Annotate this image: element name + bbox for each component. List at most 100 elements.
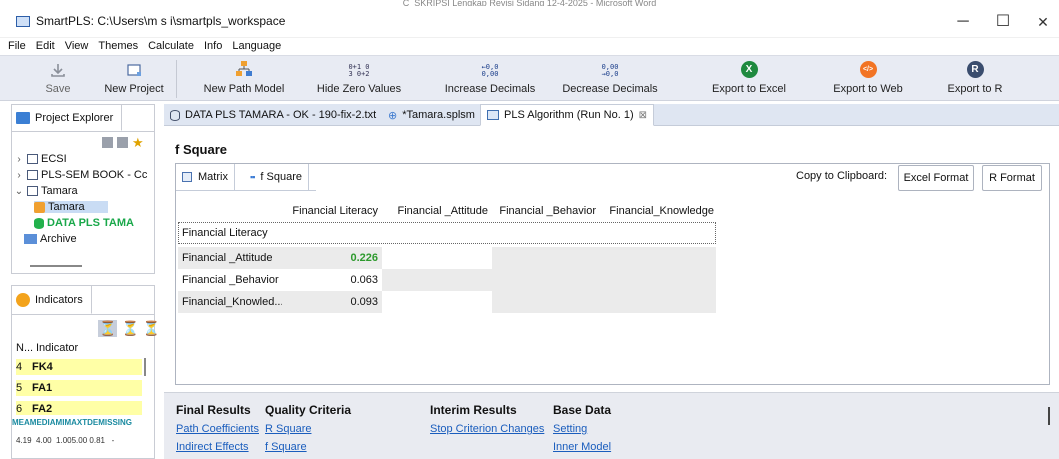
indicator-filters: ⏳ ⏳ ⏳	[98, 320, 160, 337]
minimize-button[interactable]: ─	[948, 10, 978, 34]
filter-icon[interactable]: ⏳	[121, 320, 138, 337]
tree-item-label: Archive	[40, 233, 77, 245]
tree-item-pls-sem-book[interactable]: › PLS-SEM BOOK - Cc	[14, 169, 156, 181]
tab-data-file[interactable]: DATA PLS TAMARA - OK - 190-fix-2.txt	[164, 104, 382, 126]
vertical-scrollbar[interactable]	[144, 358, 146, 376]
row-header: Financial _Attitude	[182, 252, 273, 264]
export-excel-button[interactable]: X Export to Excel	[704, 56, 794, 102]
new-project-button[interactable]: New Project	[94, 56, 174, 102]
menu-edit[interactable]: Edit	[31, 38, 60, 55]
indicators-panel: Indicators ⏳ ⏳ ⏳ N... Indicator 4 FK4 5 FA…	[11, 285, 160, 459]
indirect-effects-link[interactable]: Indirect Effects	[176, 441, 249, 453]
r-square-link[interactable]: R Square	[265, 423, 311, 435]
export-excel-label: Export to Excel	[712, 83, 786, 95]
matrix-icon	[182, 172, 192, 182]
new-path-model-button[interactable]: New Path Model	[196, 56, 292, 102]
tree-item-label: PLS-SEM BOOK - Cc	[41, 169, 148, 181]
menu-view[interactable]: View	[60, 38, 94, 55]
tree-item-data-file[interactable]: DATA PLS TAMA	[34, 217, 154, 229]
chevron-down-icon[interactable]: ⌄	[14, 186, 24, 197]
increase-decimals-button[interactable]: ←0,0 0,00 Increase Decimals	[440, 56, 540, 102]
tree-item-tamara-folder[interactable]: ⌄ Tamara	[14, 185, 78, 197]
row-header: Financial _Behavior	[182, 274, 279, 286]
tree-item-tamara-model[interactable]: Tamara	[34, 201, 108, 213]
path-model-icon	[34, 201, 45, 213]
menu-file[interactable]: File	[3, 38, 31, 55]
column-header[interactable]: Financial_Knowledge	[600, 200, 718, 222]
app-icon	[16, 16, 30, 27]
model-icon: ⊕	[388, 109, 398, 122]
new-project-icon	[127, 64, 141, 76]
decrease-decimals-button[interactable]: 0,00 →0,0 Decrease Decimals	[560, 56, 660, 102]
save-button[interactable]: Save	[38, 56, 78, 102]
export-web-button[interactable]: </> Export to Web	[826, 56, 910, 102]
f-square-link[interactable]: f Square	[265, 441, 307, 453]
inner-model-link[interactable]: Inner Model	[553, 441, 611, 453]
tree-item-label: DATA PLS TAMA	[47, 217, 134, 229]
tab-fsquare-chart[interactable]: ▪▪ f Square	[244, 164, 309, 190]
database-icon	[170, 109, 180, 121]
horizontal-scrollbar[interactable]	[30, 265, 82, 267]
close-button[interactable]: ✕	[1028, 10, 1058, 34]
column-header[interactable]: Financial _Behavior	[492, 200, 600, 222]
tab-label: f Square	[260, 171, 302, 183]
stop-criterion-link[interactable]: Stop Criterion Changes	[430, 423, 544, 435]
maximize-button[interactable]: ☐	[988, 10, 1018, 34]
r-icon: R	[966, 61, 984, 78]
copy-to-clipboard-label: Copy to Clipboard:	[796, 170, 888, 182]
indicator-row[interactable]: 5 FA1	[16, 380, 142, 396]
menu-calculate[interactable]: Calculate	[143, 38, 199, 55]
project-explorer-tab[interactable]: Project Explorer	[12, 105, 123, 131]
tab-label: *Tamara.splsm	[402, 109, 475, 121]
export-r-button[interactable]: R Export to R	[938, 56, 1012, 102]
close-tab-icon[interactable]: ⊠	[639, 110, 647, 121]
indicator-col-n: N...	[16, 342, 34, 354]
indicator-row[interactable]: 4 FK4	[16, 359, 142, 375]
hide-zero-label: Hide Zero Values	[316, 83, 402, 95]
menu-themes[interactable]: Themes	[93, 38, 143, 55]
explorer-actions: ★	[102, 136, 144, 149]
indicators-tab[interactable]: Indicators	[12, 286, 92, 314]
interim-results-heading: Interim Results	[430, 403, 517, 417]
minimize-view-icon[interactable]	[117, 137, 128, 148]
r-format-button[interactable]: R Format	[982, 165, 1042, 191]
column-header[interactable]: Financial Literacy	[282, 200, 382, 222]
filter-icon[interactable]: ⏳	[143, 320, 160, 337]
project-icon	[27, 186, 38, 196]
favorite-star-icon[interactable]: ★	[132, 136, 144, 149]
tab-model-file[interactable]: ⊕ *Tamara.splsm	[382, 104, 481, 126]
chevron-right-icon[interactable]: ›	[14, 154, 24, 165]
tab-pls-algorithm[interactable]: PLS Algorithm (Run No. 1) ⊠	[480, 104, 655, 126]
increase-decimals-label: Increase Decimals	[444, 83, 536, 95]
chevron-right-icon[interactable]: ›	[14, 170, 24, 181]
tree-item-ecsi[interactable]: › ECSI	[14, 153, 66, 165]
row-header: Financial_Knowled...	[182, 296, 282, 308]
background-window-title: C_SKRIPSI Lengkap Revisi Sidang 12-4-202…	[402, 0, 657, 6]
value-cell: 0.063	[350, 274, 378, 286]
vertical-scrollbar[interactable]	[1048, 407, 1050, 425]
excel-format-button[interactable]: Excel Format	[898, 165, 974, 191]
menu-bar: File Edit View Themes Calculate Info Lan…	[0, 38, 1059, 55]
indicator-name: FK4	[32, 361, 53, 373]
indicator-name: FA1	[32, 382, 53, 394]
project-explorer-tab-label: Project Explorer	[35, 111, 114, 124]
quality-criteria-heading: Quality Criteria	[265, 403, 352, 417]
collapse-all-icon[interactable]	[102, 137, 113, 148]
setting-link[interactable]: Setting	[553, 423, 587, 435]
base-data-heading: Base Data	[553, 403, 612, 417]
hide-zero-values-button[interactable]: 0+1 03 0+2 Hide Zero Values	[315, 56, 403, 102]
indicator-n: 6	[16, 403, 23, 415]
tab-matrix[interactable]: Matrix	[176, 164, 235, 190]
filter-icon[interactable]: ⏳	[98, 320, 118, 337]
menu-language[interactable]: Language	[227, 38, 286, 55]
tree-item-archive[interactable]: Archive	[24, 233, 77, 245]
menu-info[interactable]: Info	[199, 38, 227, 55]
indicator-name: FA2	[32, 403, 53, 415]
hide-zero-icon-bottom: 3 0+2	[348, 70, 370, 78]
indicators-icon	[16, 292, 30, 307]
value-cell: 0.226	[350, 252, 378, 264]
tab-label: DATA PLS TAMARA - OK - 190-fix-2.txt	[185, 109, 377, 121]
path-coefficients-link[interactable]: Path Coefficients	[176, 423, 259, 435]
column-header[interactable]: Financial _Attitude	[382, 200, 492, 222]
indicator-row[interactable]: 6 FA2	[16, 401, 142, 415]
